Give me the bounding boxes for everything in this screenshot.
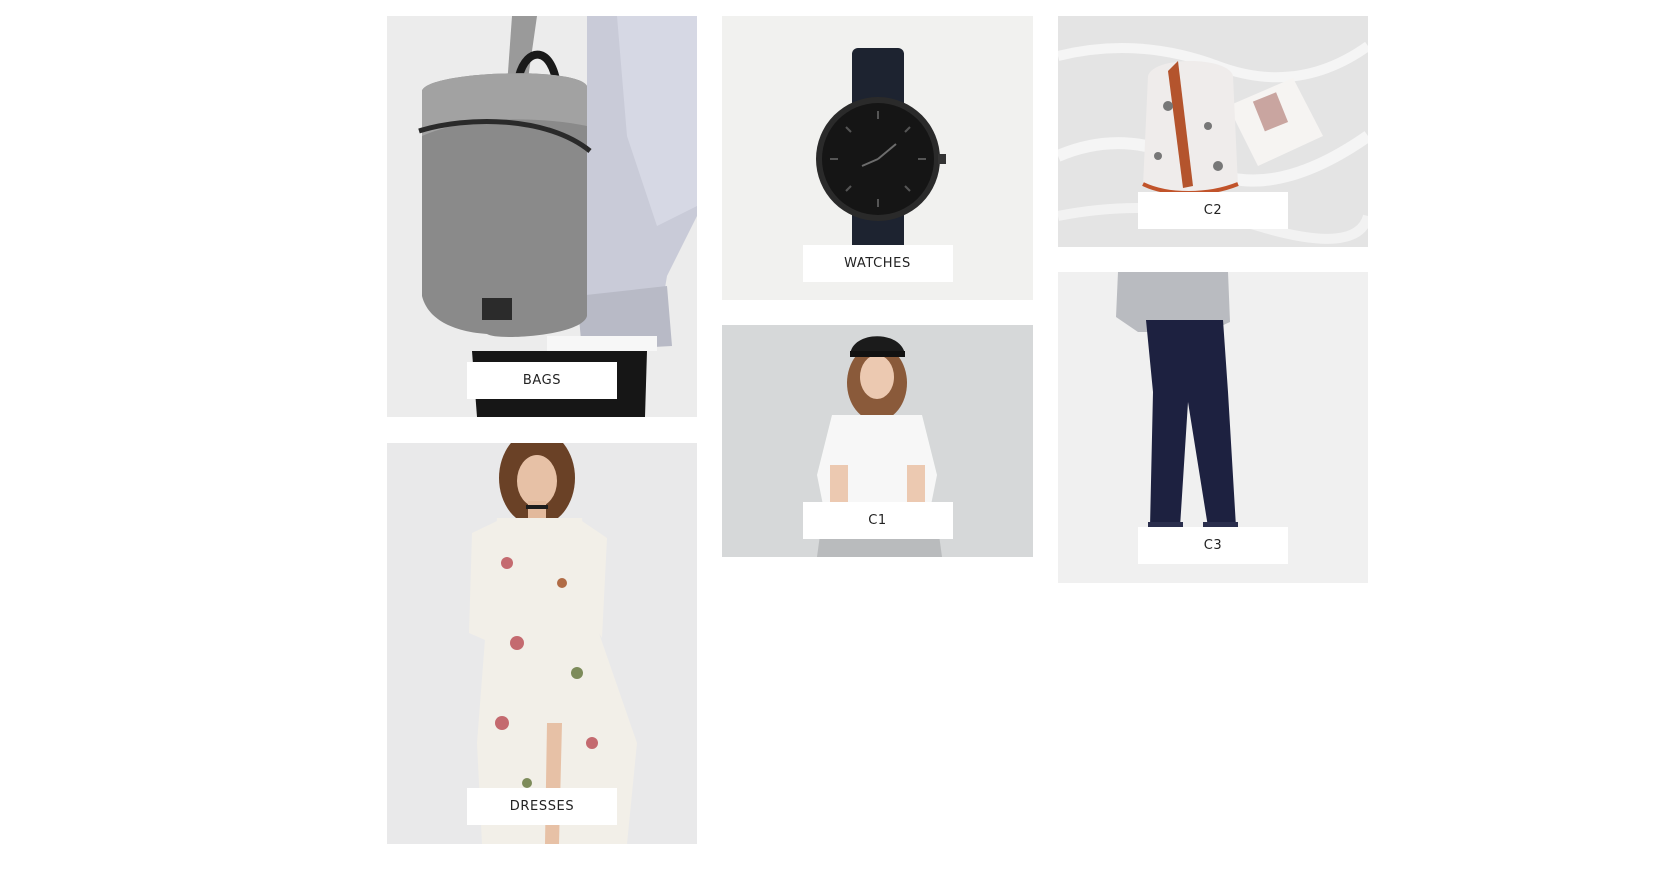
category-tile-c3[interactable]: C3 — [1058, 272, 1368, 583]
floral-dress-photo — [387, 443, 697, 844]
category-label-dresses[interactable]: DRESSES — [467, 788, 617, 825]
category-label-c3[interactable]: C3 — [1138, 527, 1288, 564]
category-tile-c2[interactable]: C2 — [1058, 16, 1368, 247]
backpack-photo — [387, 16, 697, 417]
category-tile-c1[interactable]: C1 — [722, 325, 1033, 557]
category-label-watches[interactable]: WATCHES — [802, 245, 953, 282]
category-tile-watches[interactable]: WATCHES — [722, 16, 1033, 300]
category-label-c1[interactable]: C1 — [802, 502, 953, 539]
category-label-bags[interactable]: BAGS — [467, 362, 617, 399]
category-label-c2[interactable]: C2 — [1138, 192, 1288, 229]
category-tile-dresses[interactable]: DRESSES — [387, 443, 697, 844]
category-tile-bags[interactable]: BAGS — [387, 16, 697, 417]
